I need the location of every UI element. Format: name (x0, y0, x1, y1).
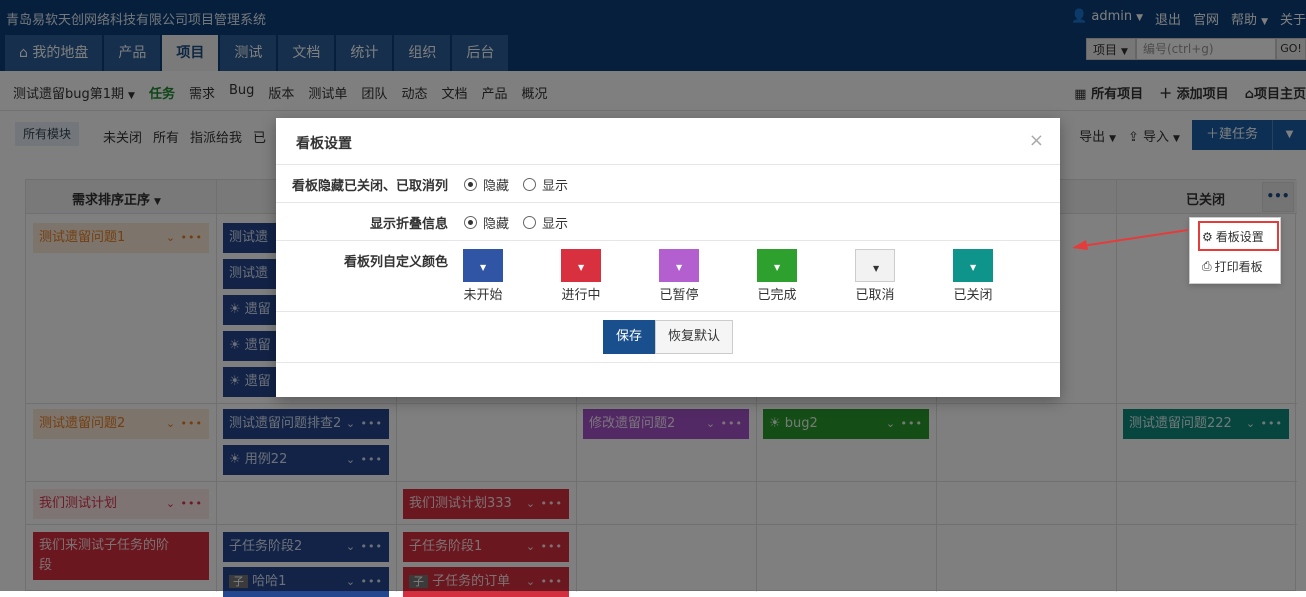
custom-color-label: 看板列自定义颜色 (343, 255, 448, 270)
print-icon: ⎙ (1202, 259, 1212, 273)
caret-down-icon: ▼ (873, 264, 880, 273)
divider (276, 240, 1060, 241)
radio-fold-info-show[interactable] (523, 216, 537, 229)
close-icon[interactable]: × (1029, 130, 1044, 151)
hide-closed-options: 隐藏 显示 (464, 175, 578, 194)
menu-item-kanban-settings[interactable]: ⚙ 看板设置 (1202, 228, 1264, 245)
annotation-arrow (1072, 229, 1189, 250)
radio-hide-closed-show[interactable] (523, 178, 537, 191)
fold-info-options: 隐藏 显示 (464, 213, 578, 232)
radio-fold-info-hide[interactable] (464, 216, 477, 229)
color-item-closed: ▼ 已关闭 (953, 249, 993, 303)
color-picker-closed[interactable]: ▼ (953, 249, 993, 282)
divider (276, 362, 1060, 363)
caret-down-icon: ▼ (970, 263, 977, 272)
color-picker-in-progress[interactable]: ▼ (561, 249, 601, 282)
radio-hide-closed-hide[interactable] (464, 178, 477, 191)
color-item-done: ▼ 已完成 (757, 249, 797, 303)
fold-info-label: 显示折叠信息 (369, 217, 448, 232)
save-button[interactable]: 保存 (603, 320, 655, 354)
kanban-settings-dialog: 看板设置 × 看板隐藏已关闭、已取消列 隐藏 显示 显示折叠信息 隐藏 显示 看… (276, 118, 1060, 397)
color-picker-paused[interactable]: ▼ (659, 249, 699, 282)
caret-down-icon: ▼ (578, 263, 585, 272)
color-picker-not-started[interactable]: ▼ (463, 249, 503, 282)
color-picker-cancelled[interactable]: ▼ (855, 249, 895, 282)
gear-icon: ⚙ (1202, 229, 1213, 244)
color-item-cancelled: ▼ 已取消 (855, 249, 895, 303)
menu-item-print-kanban[interactable]: ⎙ 打印看板 (1202, 258, 1263, 275)
dialog-title: 看板设置 (296, 136, 352, 152)
divider (276, 164, 1060, 165)
caret-down-icon: ▼ (480, 263, 487, 272)
reset-default-button[interactable]: 恢复默认 (655, 320, 733, 354)
hide-closed-label: 看板隐藏已关闭、已取消列 (291, 179, 448, 194)
color-item-paused: ▼ 已暂停 (659, 249, 699, 303)
color-item-not-started: ▼ 未开始 (463, 249, 503, 303)
color-item-in-progress: ▼ 进行中 (561, 249, 601, 303)
color-picker-done[interactable]: ▼ (757, 249, 797, 282)
caret-down-icon: ▼ (774, 263, 781, 272)
caret-down-icon: ▼ (676, 263, 683, 272)
divider (276, 202, 1060, 203)
divider (276, 311, 1060, 312)
board-more-menu: ⚙ 看板设置 ⎙ 打印看板 (1189, 217, 1281, 284)
